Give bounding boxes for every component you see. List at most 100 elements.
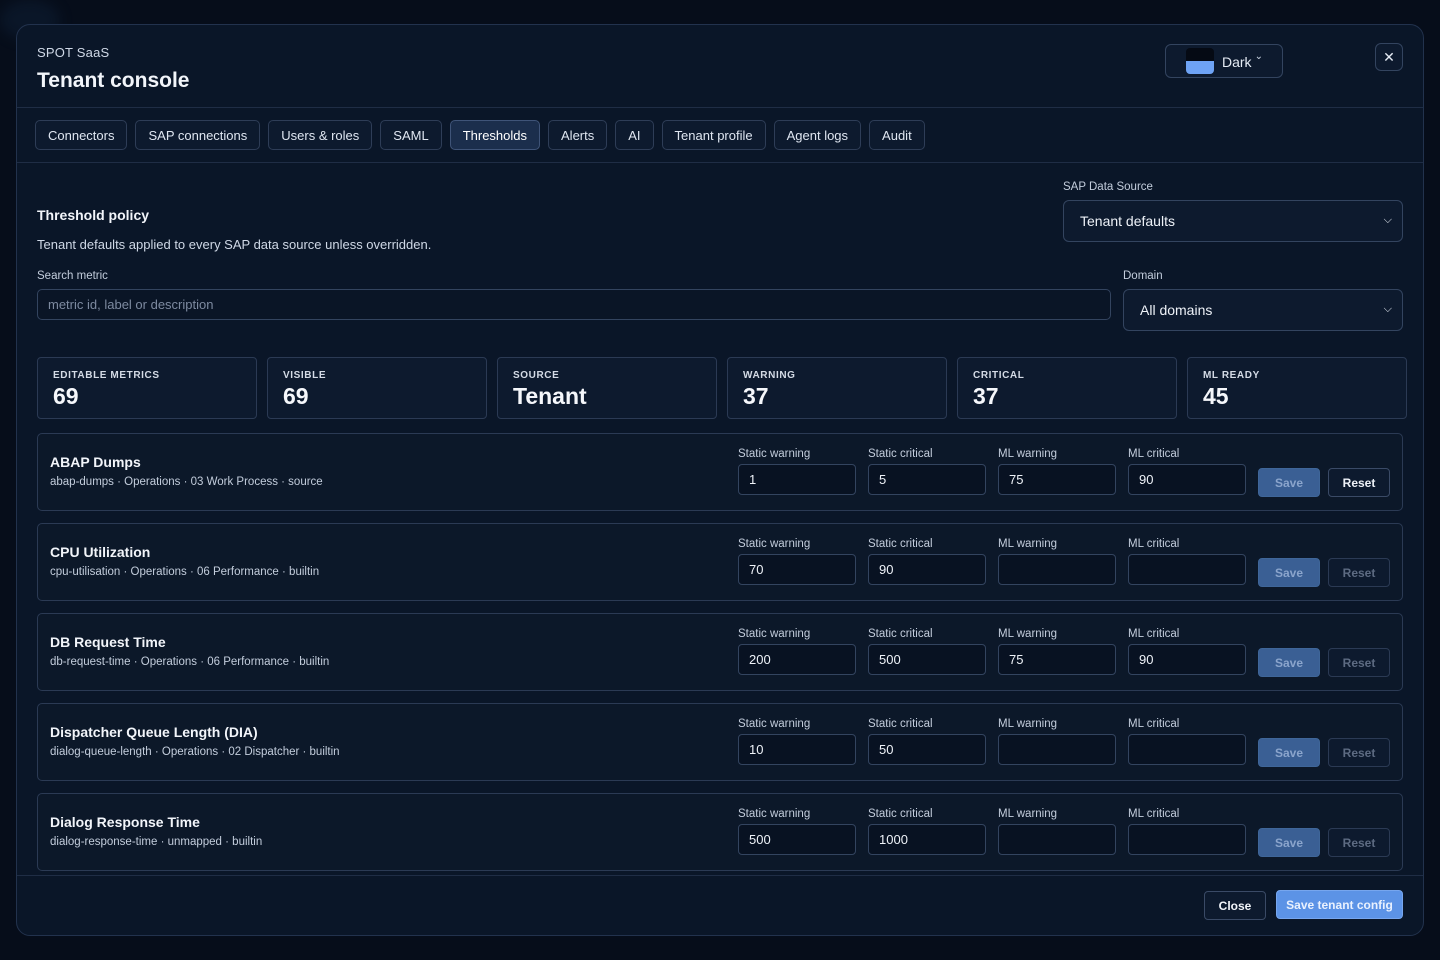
tab-sap-connections[interactable]: SAP connections	[135, 120, 261, 150]
section-description: Tenant defaults applied to every SAP dat…	[37, 237, 432, 252]
swatch-top	[1186, 48, 1214, 61]
metric-meta: cpu-utilisation · Operations · 06 Perfor…	[50, 566, 320, 578]
modal-footer: Close Save tenant config	[17, 875, 1423, 935]
tab-bar: Connectors SAP connections Users & roles…	[35, 120, 925, 150]
metric-list: ABAP Dumps abap-dumps · Operations · 03 …	[37, 433, 1403, 875]
field-label: Static warning	[738, 808, 811, 820]
save-button[interactable]: Save	[1258, 648, 1320, 677]
static-warning-input[interactable]	[738, 554, 856, 585]
reset-button[interactable]: Reset	[1328, 468, 1390, 497]
ml-warning-field: ML warning	[998, 808, 1116, 855]
save-button[interactable]: Save	[1258, 558, 1320, 587]
section-title: Threshold policy	[37, 207, 150, 223]
chevron-down-icon: ⌵	[1383, 303, 1392, 315]
stat-value: 37	[743, 383, 769, 409]
metric-meta: dialog-queue-length · Operations · 02 Di…	[50, 746, 340, 758]
static-warning-input[interactable]	[738, 644, 856, 675]
tab-connectors[interactable]: Connectors	[35, 120, 128, 150]
tab-audit[interactable]: Audit	[869, 120, 925, 150]
theme-select[interactable]: Dark ⌄	[1165, 44, 1283, 78]
static-critical-input[interactable]	[868, 464, 986, 495]
tab-saml[interactable]: SAML	[380, 120, 442, 150]
tab-thresholds[interactable]: Thresholds	[449, 120, 541, 150]
ml-warning-field: ML warning	[998, 538, 1116, 585]
stat-value: 45	[1203, 383, 1229, 409]
tab-ai[interactable]: AI	[615, 120, 654, 150]
metric-meta: dialog-response-time · unmapped · builti…	[50, 836, 263, 848]
field-label: ML critical	[1128, 628, 1180, 640]
static-critical-input[interactable]	[868, 644, 986, 675]
stat-value: 69	[53, 383, 79, 409]
stats-bar: EDITABLE METRICS 69 VISIBLE 69 SOURCE Tenan…	[37, 357, 1407, 419]
static-warning-field: Static warning	[738, 628, 856, 675]
ml-critical-input[interactable]	[1128, 644, 1246, 675]
reset-button[interactable]: Reset	[1328, 738, 1390, 767]
static-warning-input[interactable]	[738, 464, 856, 495]
ml-critical-field: ML critical	[1128, 718, 1246, 765]
field-label: ML warning	[998, 628, 1058, 640]
metric-name: DB Request Time	[50, 634, 166, 650]
static-warning-field: Static warning	[738, 808, 856, 855]
stat-label: ML READY	[1203, 370, 1260, 381]
ml-critical-input[interactable]	[1128, 734, 1246, 765]
metric-meta: db-request-time · Operations · 06 Perfor…	[50, 656, 330, 668]
stat-label: SOURCE	[513, 370, 560, 381]
reset-button[interactable]: Reset	[1328, 558, 1390, 587]
data-source-select[interactable]: Tenant defaults ⌵	[1063, 200, 1403, 242]
search-label: Search metric	[37, 270, 108, 282]
close-button[interactable]: Close	[1204, 891, 1266, 920]
field-label: Static warning	[738, 718, 811, 730]
ml-warning-input[interactable]	[998, 554, 1116, 585]
ml-critical-input[interactable]	[1128, 554, 1246, 585]
field-label: ML warning	[998, 808, 1058, 820]
metric-row: Dialog Response Time dialog-response-tim…	[37, 793, 1403, 871]
ml-warning-input[interactable]	[998, 824, 1116, 855]
data-source-label: SAP Data Source	[1063, 181, 1153, 193]
static-critical-field: Static critical	[868, 718, 986, 765]
swatch-bottom	[1186, 61, 1214, 74]
static-warning-field: Static warning	[738, 718, 856, 765]
static-critical-input[interactable]	[868, 824, 986, 855]
static-warning-field: Static warning	[738, 538, 856, 585]
metric-name: Dispatcher Queue Length (DIA)	[50, 724, 258, 740]
close-icon[interactable]: ✕	[1375, 43, 1403, 71]
field-label: Static warning	[738, 448, 811, 460]
save-button[interactable]: Save	[1258, 738, 1320, 767]
static-warning-field: Static warning	[738, 448, 856, 495]
field-label: Static critical	[868, 718, 933, 730]
ml-warning-input[interactable]	[998, 644, 1116, 675]
reset-button[interactable]: Reset	[1328, 828, 1390, 857]
ml-warning-field: ML warning	[998, 448, 1116, 495]
ml-warning-input[interactable]	[998, 464, 1116, 495]
reset-button[interactable]: Reset	[1328, 648, 1390, 677]
field-label: ML critical	[1128, 718, 1180, 730]
tab-tenant-profile[interactable]: Tenant profile	[661, 120, 766, 150]
stat-card: EDITABLE METRICS 69	[37, 357, 257, 419]
domain-select[interactable]: All domains ⌵	[1123, 289, 1403, 331]
tab-agent-logs[interactable]: Agent logs	[773, 120, 862, 150]
save-button[interactable]: Save	[1258, 468, 1320, 497]
ml-warning-field: ML warning	[998, 628, 1116, 675]
stat-value: Tenant	[513, 383, 587, 409]
static-critical-field: Static critical	[868, 628, 986, 675]
ml-critical-input[interactable]	[1128, 464, 1246, 495]
ml-critical-input[interactable]	[1128, 824, 1246, 855]
theme-swatch-icon	[1186, 48, 1214, 74]
save-tenant-config-button[interactable]: Save tenant config	[1276, 890, 1403, 919]
static-critical-input[interactable]	[868, 554, 986, 585]
ml-critical-field: ML critical	[1128, 628, 1246, 675]
metric-name: CPU Utilization	[50, 544, 151, 560]
stat-label: VISIBLE	[283, 370, 327, 381]
static-warning-input[interactable]	[738, 734, 856, 765]
ml-warning-input[interactable]	[998, 734, 1116, 765]
data-source-value: Tenant defaults	[1080, 213, 1175, 229]
tab-users-roles[interactable]: Users & roles	[268, 120, 373, 150]
search-input[interactable]	[37, 289, 1111, 320]
field-label: Static critical	[868, 808, 933, 820]
static-critical-input[interactable]	[868, 734, 986, 765]
metric-row: DB Request Time db-request-time · Operat…	[37, 613, 1403, 691]
static-warning-input[interactable]	[738, 824, 856, 855]
tab-alerts[interactable]: Alerts	[548, 120, 608, 150]
stat-value: 37	[973, 383, 999, 409]
save-button[interactable]: Save	[1258, 828, 1320, 857]
